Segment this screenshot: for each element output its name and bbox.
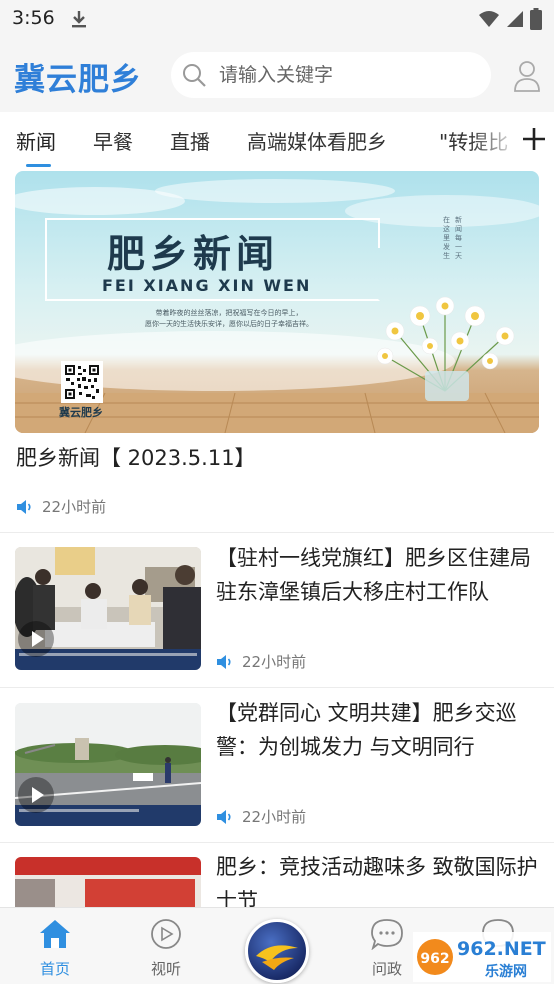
download-icon — [72, 11, 86, 28]
banner-vertical-text-1: 新闻每一天 — [455, 216, 462, 260]
signal-icon — [507, 11, 523, 27]
news-title: 【党群同心 文明共建】肥乡交巡警：为创城发力 与文明同行 — [216, 701, 517, 759]
wifi-icon — [479, 11, 499, 27]
battery-icon — [530, 8, 542, 30]
hero-meta: 22小时前 — [16, 496, 106, 517]
search-bar[interactable] — [171, 52, 491, 98]
tab-breakfast[interactable]: 早餐 — [93, 126, 133, 155]
banner-subtitle: FEI XIANG XIN WEN — [102, 276, 312, 295]
news-title: 【驻村一线党旗红】肥乡区住建局驻东漳堡镇后大移庄村工作队 — [216, 546, 531, 604]
hero-banner[interactable]: 肥乡新闻 FEI XIANG XIN WEN 带着昨夜的丝丝落凉，把祝福写在今日… — [15, 171, 539, 433]
nav-label: 问政 — [371, 960, 402, 978]
nav-home[interactable]: 首页 — [20, 918, 90, 979]
watermark-logo: 962 962.NET 乐游网 — [413, 932, 551, 982]
tab-high-end-media[interactable]: 高端媒体看肥乡 — [247, 126, 387, 155]
divider — [0, 687, 554, 688]
divider — [0, 532, 554, 533]
status-bar: 3:56 — [0, 0, 554, 40]
chat-bubble-icon — [371, 919, 403, 951]
video-play-icon — [18, 621, 54, 657]
app-emblem-icon — [256, 945, 298, 970]
daisy-vase-image — [376, 296, 515, 401]
nav-label: 视听 — [150, 960, 181, 978]
center-logo-button[interactable] — [245, 919, 309, 983]
hero-time: 22小时前 — [42, 498, 107, 516]
banner-title: 肥乡新闻 — [107, 232, 280, 276]
banner-text: 带着昨夜的丝丝落凉，把祝福写在今日的早上， 愿你一天的生活快乐安详，愿你以后的日… — [145, 309, 313, 328]
add-channel-icon[interactable] — [521, 126, 547, 152]
nav-label: 首页 — [39, 960, 70, 978]
active-tab-indicator — [26, 164, 51, 167]
tab-news[interactable]: 新闻 — [16, 126, 56, 155]
svg-text:乐游网: 乐游网 — [485, 963, 527, 980]
video-play-icon — [18, 777, 54, 813]
nav-video[interactable]: 视听 — [131, 918, 201, 979]
tab-live[interactable]: 直播 — [170, 126, 210, 155]
status-indicators — [478, 7, 542, 31]
app-logo: 冀云肥乡 — [14, 62, 142, 98]
speaker-icon — [17, 499, 31, 514]
speaker-icon — [217, 809, 231, 824]
nav-inquiry[interactable]: 问政 — [352, 918, 422, 979]
home-icon — [40, 920, 70, 948]
news-meta: 22小时前 — [216, 806, 306, 827]
banner-vertical-text-2: 在这里发生 — [443, 216, 450, 260]
news-meta: 22小时前 — [216, 651, 306, 672]
app-header: 冀云肥乡 — [0, 40, 554, 112]
svg-text:962.NET: 962.NET — [457, 938, 546, 960]
play-circle-icon — [151, 919, 181, 949]
category-tabs: 新闻 早餐 直播 高端媒体看肥乡 "转提比 — [0, 112, 554, 170]
hero-caption[interactable]: 肥乡新闻【 2023.5.11】 — [16, 442, 256, 472]
news-time: 22小时前 — [242, 808, 307, 826]
svg-text:962: 962 — [420, 951, 449, 967]
news-time: 22小时前 — [242, 653, 307, 671]
status-time: 3:56 — [12, 7, 55, 29]
speaker-icon — [217, 654, 231, 669]
banner-qr-label: 冀云肥乡 — [59, 406, 103, 419]
qr-code-image — [61, 361, 103, 403]
search-icon — [183, 64, 206, 87]
tab-fade — [470, 112, 520, 170]
divider — [0, 842, 554, 843]
user-profile-icon[interactable] — [513, 60, 541, 92]
search-input[interactable] — [219, 60, 479, 90]
